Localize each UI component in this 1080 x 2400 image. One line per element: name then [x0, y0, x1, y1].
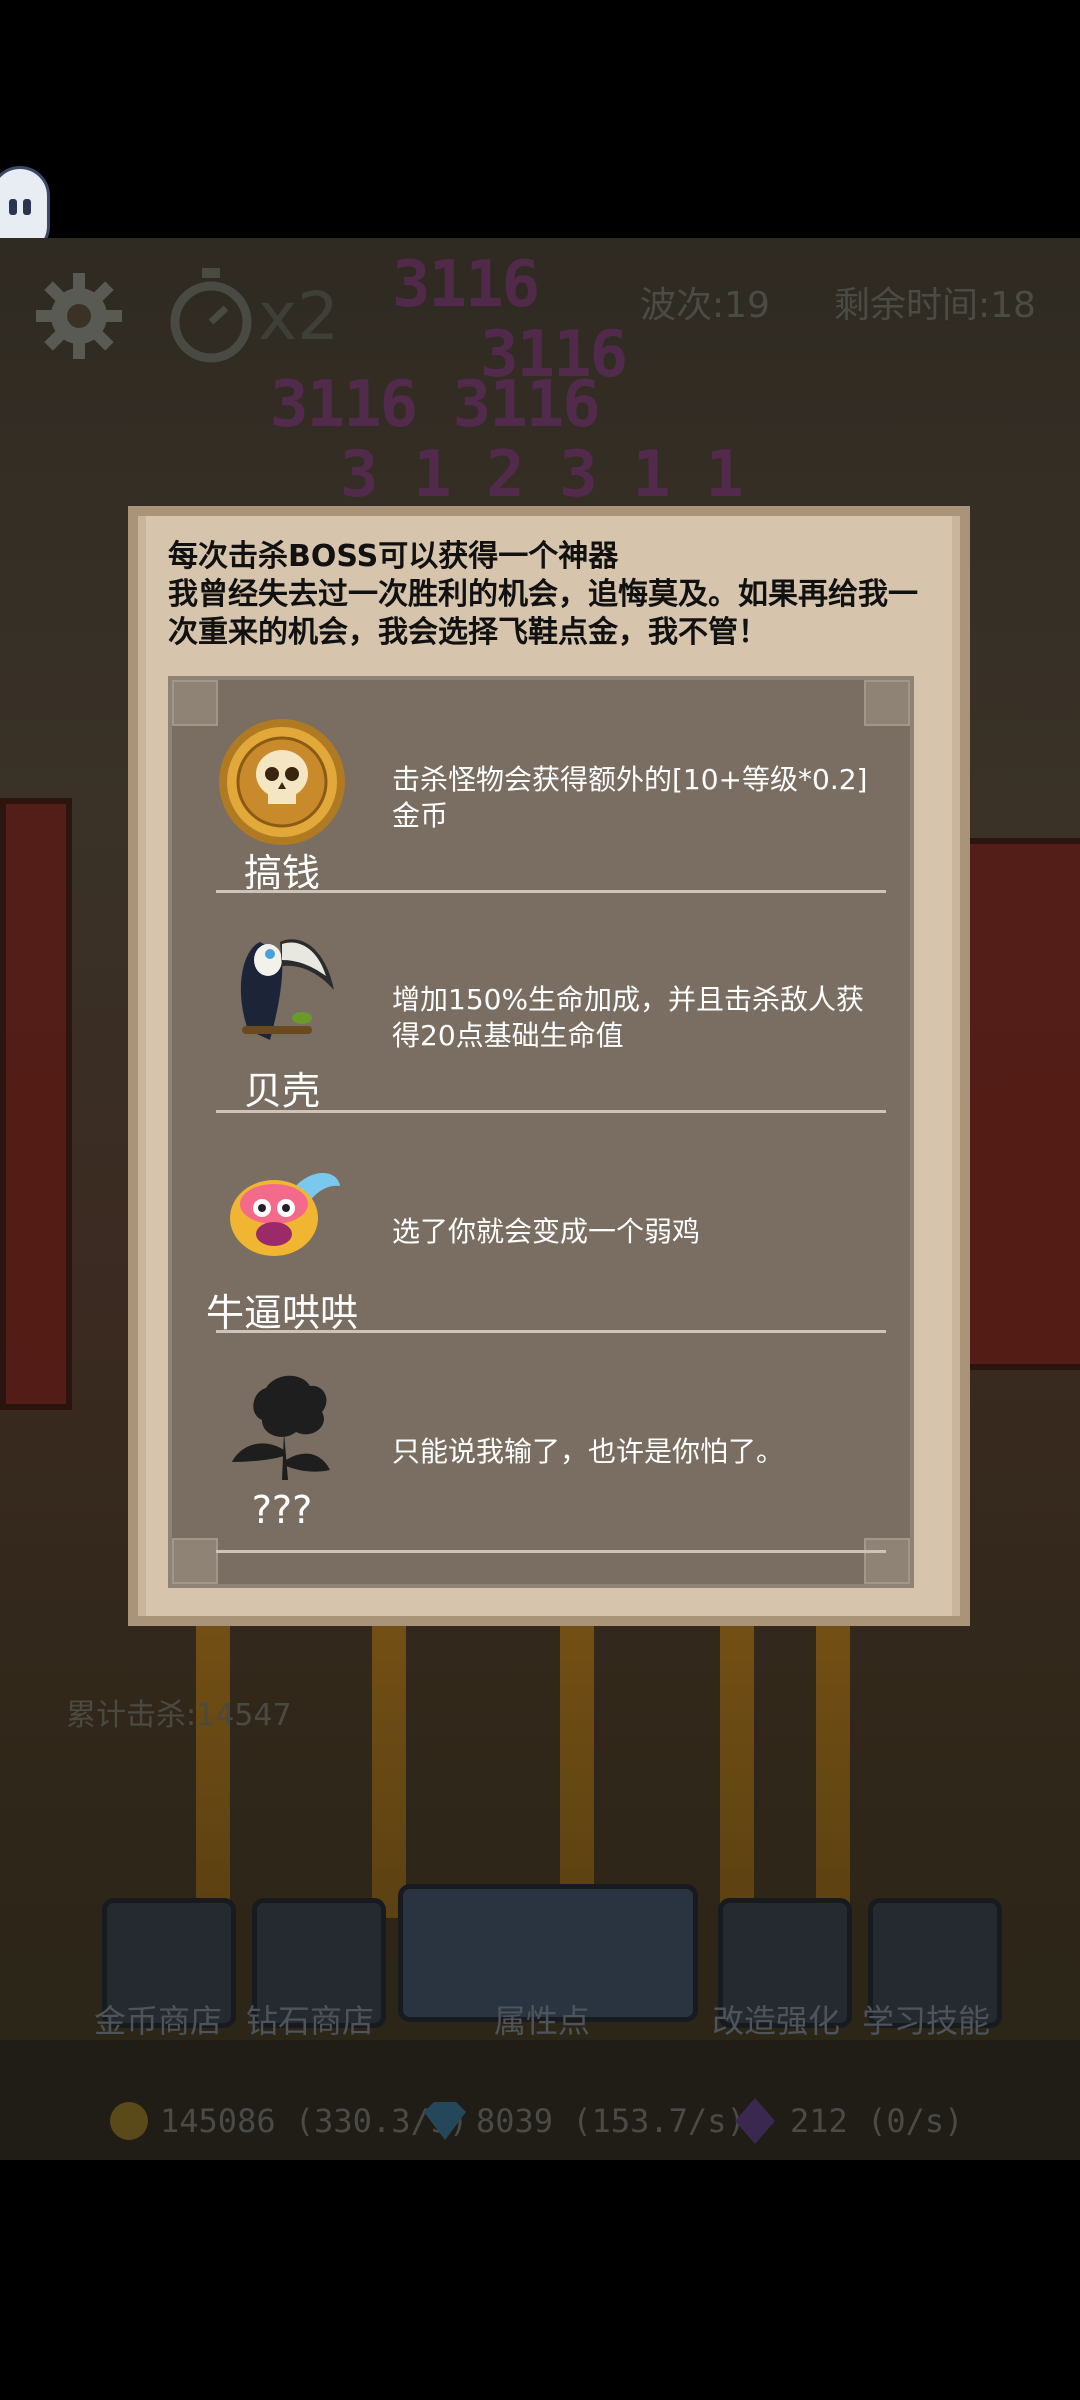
rose-silhouette-icon: [232, 1375, 330, 1480]
artifact-name: 牛逼哄哄: [205, 1291, 358, 1335]
artifact-list: 搞钱 击杀怪物会获得额外的[10+等级*0.2]金币 贝壳 增加150%生命加成…: [168, 676, 914, 1588]
wave-counter: 波次:19: [640, 285, 770, 326]
game-speed-label[interactable]: x2: [258, 278, 339, 355]
remaining-time: 剩余时间:18: [834, 285, 1036, 326]
toucan-icon: [240, 939, 334, 1040]
artifact-option-beike[interactable]: 贝壳 增加150%生命加成，并且击杀敌人获得20点基础生命值: [172, 900, 918, 1120]
pirate-coin-icon: [219, 719, 345, 845]
divider: [216, 1110, 886, 1113]
artifact-desc: 击杀怪物会获得额外的[10+等级*0.2]金币: [392, 763, 868, 832]
bg-decor-left: [0, 798, 72, 1410]
crystal-amount: 212 (0/s): [790, 2102, 964, 2140]
artifact-option-niubi[interactable]: 牛逼哄哄 选了你就会变成一个弱鸡: [172, 1120, 918, 1340]
artifact-name: 搞钱: [243, 851, 320, 895]
bg-decor-right: [952, 838, 1080, 1370]
winged-bird-icon: [230, 1173, 340, 1256]
stopwatch-icon[interactable]: [168, 268, 254, 364]
upgrade-label: 改造强化: [712, 2002, 841, 2040]
attribute-points-label: 属性点: [494, 2002, 591, 2040]
bubble-eye-left: [9, 199, 17, 215]
modal-quote-line2: 次重来的机会，我会选择飞鞋点金，我不管！: [168, 615, 768, 650]
settings-gear-icon[interactable]: [36, 273, 122, 359]
artifact-option-unknown[interactable]: ??? 只能说我输了，也许是你怕了。: [172, 1340, 918, 1560]
crystal-icon: [735, 2098, 775, 2144]
artifact-desc: 选了你就会变成一个弱鸡: [392, 1215, 701, 1248]
divider: [216, 890, 886, 893]
artifact-desc: 增加150%生命加成，并且击杀敌人获得20点基础生命值: [392, 983, 865, 1052]
diamond-amount: 8039 (153.7/s): [476, 2102, 746, 2140]
divider: [216, 1550, 886, 1553]
status-bar-area: [0, 0, 1080, 238]
diamond-icon: [424, 2102, 466, 2140]
artifact-option-gaoqian[interactable]: 搞钱 击杀怪物会获得额外的[10+等级*0.2]金币: [172, 680, 918, 900]
bubble-eye-right: [23, 199, 31, 215]
modal-quote-line1: 我曾经失去过一次胜利的机会，追悔莫及。如果再给我一: [168, 577, 918, 612]
resource-bar: [0, 2040, 1080, 2160]
diamond-shop-label: 钻石商店: [246, 2002, 375, 2040]
artifact-desc: 只能说我输了，也许是你怕了。: [392, 1435, 785, 1468]
gold-shop-label: 金币商店: [94, 2002, 223, 2040]
artifact-name: 贝壳: [243, 1069, 320, 1113]
modal-header: 每次击杀BOSS可以获得一个神器 我曾经失去过一次胜利的机会，追悔莫及。如果再给…: [168, 538, 938, 652]
divider: [216, 1330, 886, 1333]
modal-title: 每次击杀BOSS可以获得一个神器: [168, 539, 619, 574]
gold-coin-icon: [110, 2102, 148, 2140]
learn-skill-label: 学习技能: [862, 2002, 991, 2040]
artifact-name: ???: [251, 1488, 313, 1532]
total-kills: 累计击杀:14547: [66, 1698, 292, 1733]
